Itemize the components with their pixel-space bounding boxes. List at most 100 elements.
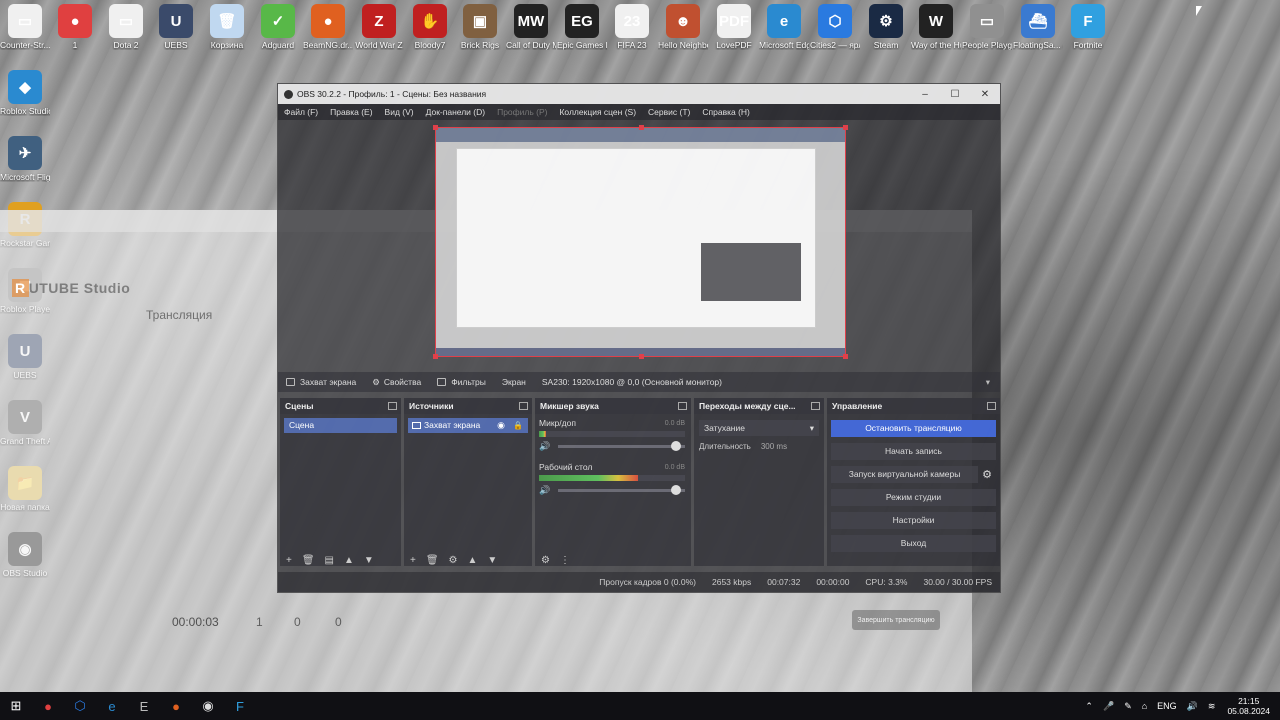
virtual-camera-button[interactable]: Запуск виртуальной камеры	[831, 466, 979, 483]
desktop-icon[interactable]: ✓ Adguard	[253, 4, 303, 50]
menu-item[interactable]: Коллекция сцен (S)	[559, 107, 636, 117]
slider-knob[interactable]	[671, 441, 681, 451]
stop-stream-button[interactable]: Остановить трансляцию	[831, 420, 996, 437]
move-up-icon[interactable]: ▲	[468, 555, 478, 566]
menu-item[interactable]: Профиль (P)	[497, 107, 547, 117]
mixer-settings-icon[interactable]: ⚙	[541, 555, 550, 566]
end-stream-button[interactable]: Завершить трансляцию	[852, 610, 940, 630]
microphone-icon[interactable]: 🎤	[1103, 701, 1114, 712]
epic-icon[interactable]: E	[128, 692, 160, 720]
desktop-icon[interactable]: ⛴ FloatingSa... — ярлык	[1013, 4, 1063, 50]
network-icon[interactable]: ⌂	[1142, 701, 1147, 711]
desktop-icon[interactable]: PDF LovePDF	[709, 4, 759, 50]
gear-icon[interactable]: ⚙	[449, 555, 458, 566]
scene-item[interactable]: Сцена	[284, 418, 397, 433]
desktop-icon[interactable]: Z World War Z	[354, 4, 404, 50]
settings-button[interactable]: Настройки	[831, 512, 996, 529]
gear-icon[interactable]: ⚙	[982, 468, 992, 481]
desktop-icon[interactable]: W Way of the Hunter	[911, 4, 961, 50]
duration-input[interactable]: 300 ms	[761, 442, 787, 451]
remove-icon[interactable]: 🗑	[426, 555, 439, 566]
resize-handle[interactable]	[843, 125, 848, 130]
beamng-icon[interactable]: ●	[160, 692, 192, 720]
source-item[interactable]: Захват экрана ◉ 🔒	[408, 418, 528, 433]
move-up-icon[interactable]: ▲	[344, 555, 354, 566]
lock-icon[interactable]: 🔒	[513, 418, 523, 433]
preview-canvas[interactable]	[433, 125, 848, 359]
undock-icon[interactable]	[811, 402, 820, 410]
edge-icon[interactable]: e	[96, 692, 128, 720]
volume-slider[interactable]	[558, 485, 685, 495]
desktop-icon[interactable]: ⚙ Steam	[861, 4, 911, 50]
menu-item[interactable]: Справка (H)	[702, 107, 750, 117]
chevron-up-icon[interactable]: ⌃	[1085, 701, 1093, 712]
desktop-icon[interactable]: 23 FIFA 23	[607, 4, 657, 50]
exit-button[interactable]: Выход	[831, 535, 996, 552]
volume-slider[interactable]	[558, 441, 685, 451]
chevron-down-icon[interactable]: ▾	[986, 377, 990, 388]
clock[interactable]: 21:15 05.08.2024	[1227, 696, 1270, 716]
studio-mode-button[interactable]: Режим студии	[831, 489, 996, 506]
desktop-icon[interactable]: F Fortnite	[1063, 4, 1113, 50]
desktop-icon[interactable]: ▭ Dota 2	[101, 4, 151, 50]
menu-item[interactable]: Вид (V)	[385, 107, 414, 117]
speaker-icon[interactable]: 🔊	[539, 485, 550, 496]
properties-button[interactable]: ⚙ Свойства	[372, 377, 421, 388]
resize-handle[interactable]	[433, 354, 438, 359]
move-down-icon[interactable]: ▼	[364, 555, 374, 566]
rutube-logo[interactable]: R UTUBE Studio	[12, 279, 130, 297]
desktop-icon[interactable]: U UEBS	[151, 4, 201, 50]
screen-select[interactable]: SA230: 1920x1080 @ 0,0 (Основной монитор…	[542, 377, 722, 387]
move-down-icon[interactable]: ▼	[487, 555, 497, 566]
chrome-icon[interactable]: ●	[32, 692, 64, 720]
desktop-icon[interactable]: ⬡ Cities2 — ярлык	[810, 4, 860, 50]
filters-button[interactable]: Фильтры	[437, 377, 486, 387]
menu-item[interactable]: Док-панели (D)	[426, 107, 485, 117]
desktop-icon[interactable]: ● BeamNG.dr...	[303, 4, 353, 50]
fortnite-icon[interactable]: F	[224, 692, 256, 720]
desktop-icon[interactable]: ✈ Microsoft Flight Si...	[0, 136, 50, 182]
resize-handle[interactable]	[639, 125, 644, 130]
remove-icon[interactable]: 🗑	[302, 555, 315, 566]
start-icon[interactable]: ⊞	[0, 692, 32, 720]
desktop-icon[interactable]: ● 1	[50, 4, 100, 50]
desktop-icon[interactable]: ▭ People Playgrou...	[962, 4, 1012, 50]
desktop-icon[interactable]: e Microsoft Edge	[759, 4, 809, 50]
more-options-icon[interactable]: ⋮	[560, 555, 570, 566]
desktop-icon[interactable]: 🗑 Корзина	[202, 4, 252, 50]
transition-select[interactable]: Затухание ▾	[699, 420, 819, 436]
minimize-icon[interactable]: –	[910, 89, 940, 100]
resize-handle[interactable]	[639, 354, 644, 359]
add-icon[interactable]: +	[286, 555, 292, 566]
pen-icon[interactable]: ✎	[1124, 701, 1132, 712]
menu-item[interactable]: Правка (E)	[330, 107, 372, 117]
slider-knob[interactable]	[671, 485, 681, 495]
visibility-icon[interactable]: ◉	[497, 418, 505, 433]
desktop-icon[interactable]: ☻ Hello Neighbo...	[658, 4, 708, 50]
desktop-icon[interactable]: MW Call of Duty Modern ...	[506, 4, 556, 50]
filter-icon[interactable]: ▤	[325, 555, 334, 566]
speaker-icon[interactable]: 🔊	[1187, 701, 1198, 712]
cities-icon[interactable]: ⬡	[64, 692, 96, 720]
undock-icon[interactable]	[987, 402, 996, 410]
resize-handle[interactable]	[843, 354, 848, 359]
close-icon[interactable]: ✕	[970, 89, 1000, 100]
desktop-icon[interactable]: ▣ Brick Rigs	[455, 4, 505, 50]
desktop-icon[interactable]: ▭ Counter-Str...	[0, 4, 50, 50]
desktop-icon[interactable]: ◆ Roblox Studio	[0, 70, 50, 116]
desktop-icon[interactable]: ✋ Bloody7	[405, 4, 455, 50]
wifi-icon[interactable]: ≋	[1208, 701, 1216, 712]
maximize-icon[interactable]: ☐	[940, 89, 970, 100]
desktop-icon[interactable]: EG Epic Games Launcher	[557, 4, 607, 50]
menu-item[interactable]: Сервис (T)	[648, 107, 690, 117]
menu-item[interactable]: Файл (F)	[284, 107, 318, 117]
start-recording-button[interactable]: Начать запись	[831, 443, 996, 460]
undock-icon[interactable]	[388, 402, 397, 410]
undock-icon[interactable]	[678, 402, 687, 410]
obs-icon[interactable]: ◉	[192, 692, 224, 720]
speaker-icon[interactable]: 🔊	[539, 441, 550, 452]
add-icon[interactable]: +	[410, 555, 416, 566]
resize-handle[interactable]	[433, 125, 438, 130]
undock-icon[interactable]	[519, 402, 528, 410]
language-indicator[interactable]: ENG	[1157, 701, 1177, 711]
